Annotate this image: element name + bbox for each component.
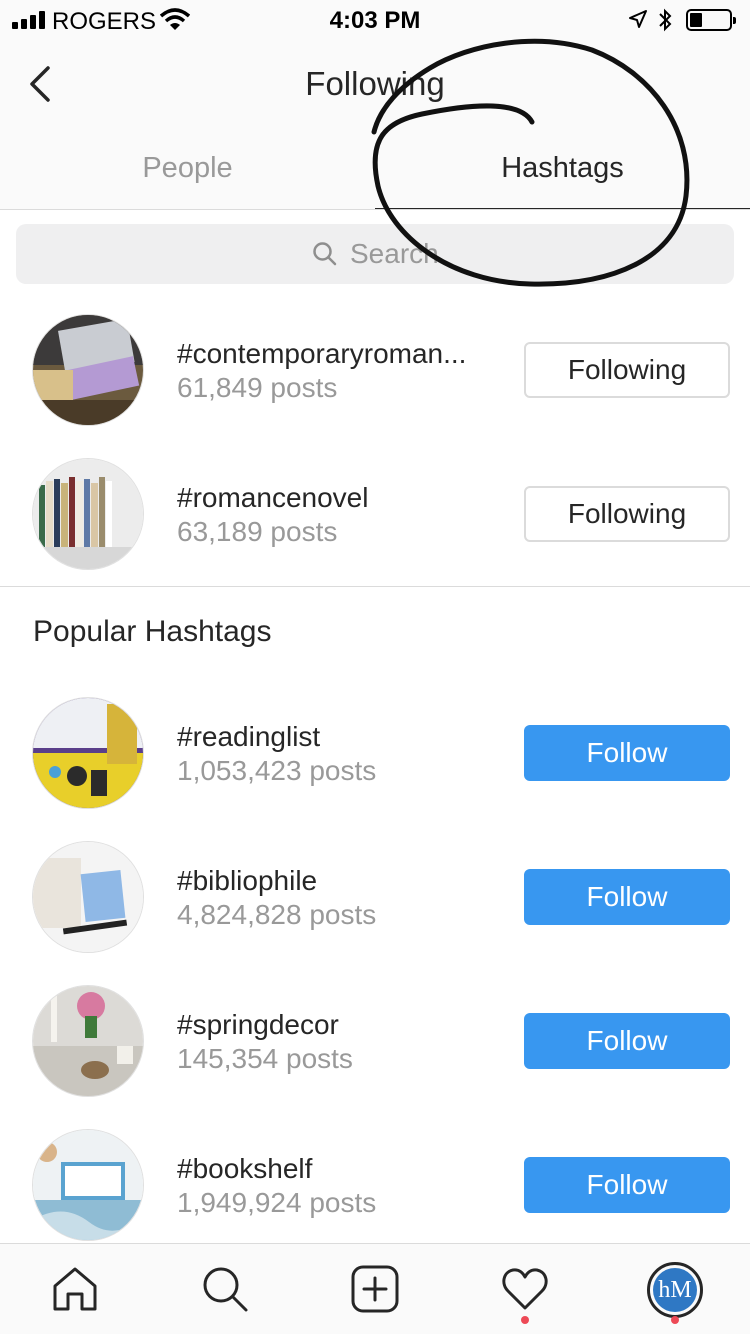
hashtag-post-count: 1,949,924 posts <box>177 1187 377 1218</box>
tab-hashtags[interactable]: Hashtags <box>375 132 750 210</box>
hashtag-thumbnail <box>32 841 144 953</box>
profile-notification-dot <box>671 1316 679 1324</box>
search-icon <box>313 242 337 266</box>
hashtag-name: #bookshelf <box>177 1153 313 1184</box>
hashtag-thumbnail <box>32 1129 144 1241</box>
follow-button[interactable]: Follow <box>524 1013 730 1069</box>
battery-icon <box>686 9 736 31</box>
page-title: Following <box>305 65 445 102</box>
following-button[interactable]: Following <box>524 342 730 398</box>
search-placeholder: Search <box>350 238 439 269</box>
search-icon[interactable] <box>200 1264 250 1314</box>
profile-avatar[interactable]: hM <box>647 1262 703 1318</box>
follow-button[interactable]: Follow <box>524 725 730 781</box>
hashtag-row[interactable]: #springdecor 145,354 posts Follow <box>0 969 750 1113</box>
location-icon <box>629 10 647 28</box>
hashtag-row[interactable]: #bookshelf 1,949,924 posts Follow <box>0 1113 750 1257</box>
header-divider <box>0 209 750 210</box>
popular-hashtags-heading: Popular Hashtags <box>33 615 272 648</box>
search-bar[interactable]: Search <box>16 224 734 284</box>
bottom-tab-bar: hM <box>0 1243 750 1334</box>
hashtag-thumbnail <box>32 697 144 809</box>
hashtag-name: #bibliophile <box>177 865 318 896</box>
section-divider <box>0 586 750 587</box>
follow-button[interactable]: Follow <box>524 1157 730 1213</box>
hashtag-post-count: 61,849 posts <box>177 372 338 403</box>
hashtag-row[interactable]: #romancenovel 63,189 posts Following <box>0 442 750 586</box>
tab-hashtags-label: Hashtags <box>501 152 624 184</box>
hashtag-row[interactable]: #contemporaryroman... 61,849 posts Follo… <box>0 298 750 442</box>
hashtag-post-count: 1,053,423 posts <box>177 755 377 786</box>
profile-initials: hM <box>653 1268 697 1312</box>
hashtag-post-count: 145,354 posts <box>177 1043 353 1074</box>
hashtag-name: #readinglist <box>177 721 321 752</box>
bluetooth-icon <box>659 8 672 32</box>
header: Following People Hashtags <box>0 40 750 210</box>
hashtag-thumbnail <box>32 985 144 1097</box>
hashtag-row[interactable]: #bibliophile 4,824,828 posts Follow <box>0 825 750 969</box>
hashtag-thumbnail <box>32 458 144 570</box>
hashtag-thumbnail <box>32 314 144 426</box>
hashtag-post-count: 63,189 posts <box>177 516 338 547</box>
hashtag-post-count: 4,824,828 posts <box>177 899 377 930</box>
status-bar: ROGERS 4:03 PM <box>0 0 750 40</box>
hashtag-name: #contemporaryroman... <box>177 338 467 369</box>
home-icon[interactable] <box>50 1264 100 1314</box>
follow-button[interactable]: Follow <box>524 869 730 925</box>
hashtag-name: #springdecor <box>177 1009 339 1040</box>
activity-heart-icon[interactable] <box>500 1264 550 1314</box>
tab-people[interactable]: People <box>0 132 375 210</box>
hashtag-name: #romancenovel <box>177 482 369 513</box>
hashtag-row[interactable]: #readinglist 1,053,423 posts Follow <box>0 681 750 825</box>
activity-notification-dot <box>521 1316 529 1324</box>
following-button[interactable]: Following <box>524 486 730 542</box>
add-post-icon[interactable] <box>350 1264 400 1314</box>
